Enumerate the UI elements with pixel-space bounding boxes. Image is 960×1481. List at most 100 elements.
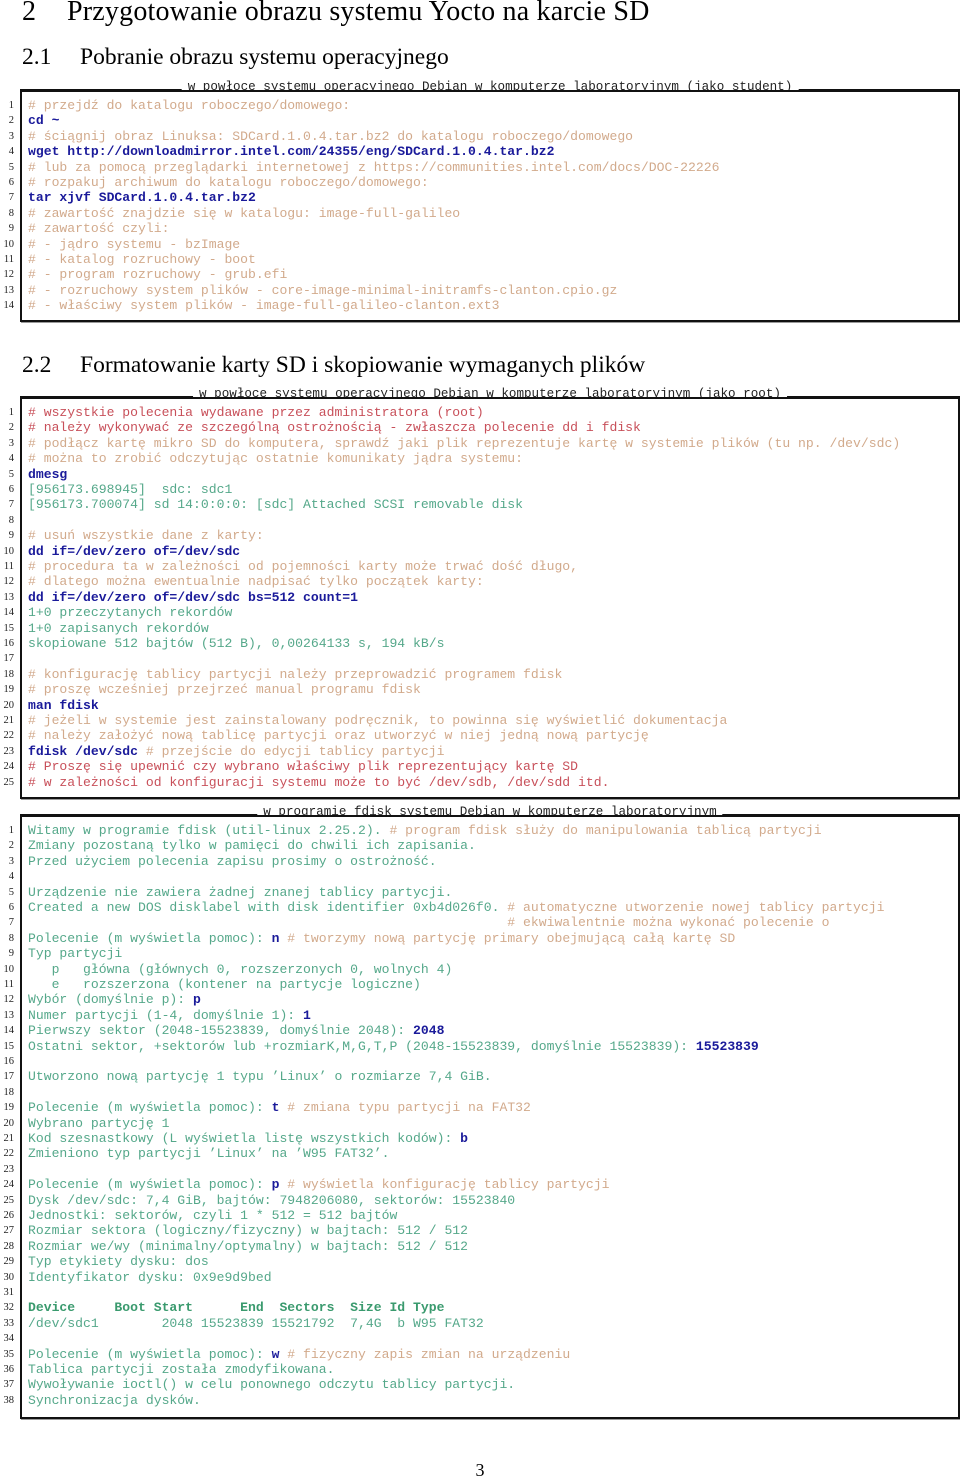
line-number: 3 bbox=[8, 855, 14, 867]
code-line: Wywoływanie ioctl() w celu ponownego odc… bbox=[28, 1377, 515, 1392]
code-comment: # Proszę się upewnić czy wybrano właściw… bbox=[28, 759, 579, 775]
line-number: 3 bbox=[8, 437, 14, 449]
line-number: 28 bbox=[3, 1240, 15, 1252]
code-line: Zmieniono typ partycji ’Linux’ na ’W95 F… bbox=[28, 1146, 389, 1161]
line-number: 34 bbox=[3, 1333, 15, 1345]
line-number: 12 bbox=[3, 994, 15, 1006]
line-number: 18 bbox=[3, 668, 15, 680]
code-line: Numer partycji (1-4, domyślnie 1): 1 bbox=[28, 1008, 311, 1023]
code-comment: # wyświetla konfigurację tablicy partycj… bbox=[279, 1177, 610, 1193]
program-output: 1+0 zapisanych rekordów bbox=[28, 620, 209, 636]
code-line: Utworzono nową partycję 1 typu ’Linux’ o… bbox=[28, 1069, 492, 1084]
code-line: p główna (głównych 0, rozszerzonych 0, w… bbox=[28, 962, 453, 977]
program-output: Numer partycji (1-4, domyślnie 1): bbox=[28, 1007, 304, 1023]
program-output: Zmieniono typ partycji ’Linux’ na ’W95 F… bbox=[28, 1146, 390, 1162]
code-line: # zawartość czyli: bbox=[28, 221, 169, 236]
line-number: 10 bbox=[3, 238, 15, 250]
program-output: Rozmiar sektora (logiczny/fizyczny) w ba… bbox=[28, 1223, 469, 1239]
line-number: 30 bbox=[3, 1271, 15, 1283]
code-line: # - katalog rozruchowy - boot bbox=[28, 252, 256, 267]
code-line: # przejdź do katalogu roboczego/domowego… bbox=[28, 98, 350, 113]
program-output: [956173.700074] sd 14:0:0:0: [sdc] Attac… bbox=[28, 497, 524, 513]
line-number: 14 bbox=[3, 300, 15, 312]
line-number: 23 bbox=[3, 1163, 15, 1175]
line-number: 35 bbox=[3, 1348, 15, 1360]
line-number: 22 bbox=[3, 730, 15, 742]
program-output: Dysk /dev/sdc: 7,4 GiB, bajtów: 79482060… bbox=[28, 1192, 516, 1208]
code-comment: # - katalog rozruchowy - boot bbox=[28, 252, 256, 267]
code-listing-download: # przejdź do katalogu roboczego/domowego… bbox=[20, 90, 960, 322]
code-line: Jednostki: sektorów, czyli 1 * 512 = 512… bbox=[28, 1208, 397, 1223]
program-output: 1+0 przeczytanych rekordów bbox=[28, 605, 233, 621]
code-line: # podłącz kartę mikro SD do komputera, s… bbox=[28, 436, 900, 451]
program-output: Wywoływanie ioctl() w celu ponownego odc… bbox=[28, 1377, 516, 1393]
line-number: 2 bbox=[8, 422, 14, 434]
line-number: 4 bbox=[8, 453, 14, 465]
program-output: Przed użyciem polecenia zapisu prosimy o… bbox=[28, 853, 437, 869]
code-line: [956173.700074] sd 14:0:0:0: [sdc] Attac… bbox=[28, 497, 523, 512]
code-line: Polecenie (m wyświetla pomoc): p # wyświ… bbox=[28, 1177, 609, 1192]
line-number: 14 bbox=[3, 607, 15, 619]
code-line: Witamy w programie fdisk (util-linux 2.2… bbox=[28, 823, 822, 838]
code-line: wget http://downloadmirror.intel.com/243… bbox=[28, 144, 554, 159]
code-line: # proszę wcześniej przejrzeć manual prog… bbox=[28, 682, 421, 697]
user-input: 2048 bbox=[413, 1023, 445, 1039]
code-line: skopiowane 512 bajtów (512 B), 0,0026413… bbox=[28, 636, 444, 651]
line-number: 33 bbox=[3, 1317, 15, 1329]
code-comment: # należy założyć nową tablicę partycji o… bbox=[28, 728, 649, 744]
code-comment: # - rozruchowy system plików - core-imag… bbox=[28, 282, 618, 298]
subsection-title: Formatowanie karty SD i skopiowanie wyma… bbox=[80, 352, 646, 378]
subsection-heading-2-2: 2.2 Formatowanie karty SD i skopiowanie w… bbox=[22, 352, 645, 379]
line-number: 13 bbox=[3, 284, 15, 296]
user-input: p bbox=[193, 992, 201, 1008]
code-line: Polecenie (m wyświetla pomoc): w # fizyc… bbox=[28, 1347, 570, 1362]
code-line: Synchronizacja dysków. bbox=[28, 1393, 201, 1408]
code-line: Created a new DOS disklabel with disk id… bbox=[28, 900, 884, 915]
program-output: Wybór (domyślnie p): bbox=[28, 992, 194, 1008]
shell-command: wget http://downloadmirror.intel.com/243… bbox=[28, 144, 555, 160]
code-line: Ostatni sektor, +sektorów lub +rozmiarK,… bbox=[28, 1039, 759, 1054]
code-line: Typ etykiety dysku: dos bbox=[28, 1254, 209, 1269]
code-line: # - rozruchowy system plików - core-imag… bbox=[28, 283, 617, 298]
line-number: 36 bbox=[3, 1364, 15, 1375]
line-number: 21 bbox=[3, 715, 15, 726]
line-number: 10 bbox=[3, 545, 15, 557]
code-line: Rozmiar sektora (logiczny/fizyczny) w ba… bbox=[28, 1223, 468, 1238]
code-line: Wybrano partycję 1 bbox=[28, 1116, 169, 1131]
program-output: e rozszerzona (kontener na partycje logi… bbox=[28, 977, 421, 992]
line-number: 17 bbox=[3, 653, 15, 665]
line-number: 1 bbox=[8, 825, 14, 836]
code-comment: # wszystkie polecenia wydawane przez adm… bbox=[28, 405, 484, 420]
code-comment: # jeżeli w systemie jest zainstalowany p… bbox=[28, 713, 728, 728]
line-number: 37 bbox=[3, 1379, 15, 1391]
code-line: e rozszerzona (kontener na partycje logi… bbox=[28, 977, 421, 992]
code-comment: # zawartość czyli: bbox=[28, 221, 170, 237]
code-line: # - program rozruchowy - grub.efi bbox=[28, 267, 287, 282]
line-number: 19 bbox=[3, 1102, 15, 1114]
code-line: dd if=/dev/zero of=/dev/sdc bs=512 count… bbox=[28, 590, 358, 605]
program-output: Pierwszy sektor (2048-15523839, domyślni… bbox=[28, 1023, 414, 1039]
line-number: 7 bbox=[8, 917, 14, 929]
code-line: 1+0 przeczytanych rekordów bbox=[28, 605, 232, 620]
program-output: Polecenie (m wyświetla pomoc): bbox=[28, 1346, 272, 1362]
program-output: Identyfikator dysku: 0x9e9d9bed bbox=[28, 1269, 272, 1285]
program-output: Utworzono nową partycję 1 typu ’Linux’ o… bbox=[28, 1069, 492, 1085]
code-line: dmesg bbox=[28, 467, 67, 482]
line-number: 16 bbox=[3, 638, 15, 649]
line-number: 15 bbox=[3, 1040, 15, 1052]
shell-command: dd if=/dev/zero of=/dev/sdc bs=512 count… bbox=[28, 589, 359, 605]
user-input: b bbox=[460, 1131, 469, 1146]
line-number: 20 bbox=[3, 1117, 15, 1129]
line-number: 2 bbox=[8, 840, 14, 852]
line-number: 1 bbox=[8, 407, 14, 418]
program-output: [956173.698945] sdc: sdc1 bbox=[28, 482, 233, 497]
code-comment: # usuń wszystkie dane z karty: bbox=[28, 528, 264, 544]
line-number: 9 bbox=[8, 948, 14, 960]
line-number: 31 bbox=[3, 1287, 15, 1298]
line-number: 6 bbox=[8, 902, 14, 913]
line-number: 7 bbox=[8, 499, 14, 511]
code-comment: # zawartość znajdzie się w katalogu: ima… bbox=[28, 205, 461, 221]
code-line: # ściągnij obraz Linuksa: SDCard.1.0.4.t… bbox=[28, 129, 633, 144]
code-comment: # w zależności od konfiguracji systemu m… bbox=[28, 774, 610, 790]
program-output: Rozmiar we/wy (minimalny/optymalny) w ba… bbox=[28, 1238, 469, 1254]
